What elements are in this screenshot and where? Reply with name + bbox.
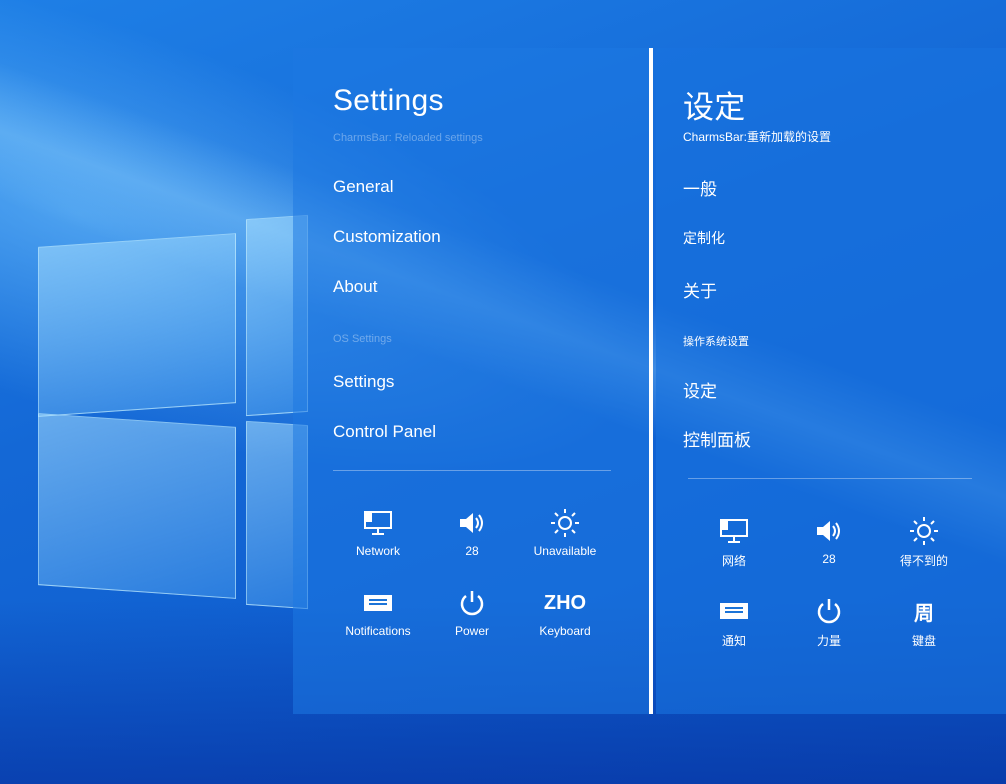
page-title: Settings <box>333 84 444 117</box>
notifications-icon <box>328 586 428 620</box>
power-icon <box>779 594 879 628</box>
quick-action-network-zh[interactable]: 网络 <box>684 514 784 584</box>
nav-control-panel[interactable]: Control Panel <box>333 422 436 442</box>
network-icon <box>684 514 784 548</box>
quick-action-volume[interactable]: 28 <box>422 506 522 576</box>
panel-separator <box>649 48 653 714</box>
nav-customization-zh[interactable]: 定制化 <box>683 228 725 248</box>
nav-general[interactable]: General <box>333 177 393 197</box>
quick-action-notifications-zh[interactable]: 通知 <box>684 594 784 664</box>
nav-about[interactable]: About <box>333 277 377 297</box>
page-subtitle-zh: CharmsBar:重新加载的设置 <box>683 130 832 144</box>
keyboard-icon: 周 <box>914 602 934 625</box>
nav-customization[interactable]: Customization <box>333 227 441 247</box>
volume-icon <box>422 506 522 540</box>
section-label-os-settings: OS Settings <box>333 333 392 345</box>
volume-icon <box>779 514 879 548</box>
nav-settings-zh[interactable]: 设定 <box>683 377 717 402</box>
nav-general-zh[interactable]: 一般 <box>683 175 717 200</box>
power-icon <box>422 586 522 620</box>
settings-panel-english: Settings CharmsBar: Reloaded settings Ge… <box>293 48 649 714</box>
section-label-os-settings-zh: 操作系统设置 <box>683 336 749 348</box>
quick-action-notifications[interactable]: Notifications <box>328 586 428 656</box>
windows-logo <box>38 205 308 610</box>
quick-action-brightness[interactable]: Unavailable <box>515 506 615 576</box>
quick-action-keyboard-zh[interactable]: 周 键盘 <box>874 594 974 664</box>
quick-action-network[interactable]: Network <box>328 506 428 576</box>
quick-action-volume-zh[interactable]: 28 <box>779 514 879 584</box>
quick-action-brightness-zh[interactable]: 得不到的 <box>874 514 974 584</box>
quick-action-keyboard[interactable]: ZHO Keyboard <box>515 586 615 656</box>
keyboard-icon: ZHO <box>543 591 587 614</box>
divider <box>333 470 611 471</box>
page-subtitle: CharmsBar: Reloaded settings <box>333 132 483 144</box>
brightness-icon <box>515 506 615 540</box>
settings-panel-chinese: 设定 CharmsBar:重新加载的设置 一般 定制化 关于 操作系统设置 设定… <box>656 48 1006 714</box>
network-icon <box>328 506 428 540</box>
notifications-icon <box>684 594 784 628</box>
quick-action-power-zh[interactable]: 力量 <box>779 594 879 664</box>
quick-action-power[interactable]: Power <box>422 586 522 656</box>
nav-control-panel-zh[interactable]: 控制面板 <box>683 426 751 451</box>
brightness-icon <box>874 514 974 548</box>
nav-about-zh[interactable]: 关于 <box>683 277 717 302</box>
nav-settings[interactable]: Settings <box>333 372 394 392</box>
page-title-zh: 设定 <box>683 90 746 125</box>
divider-zh <box>688 478 972 479</box>
